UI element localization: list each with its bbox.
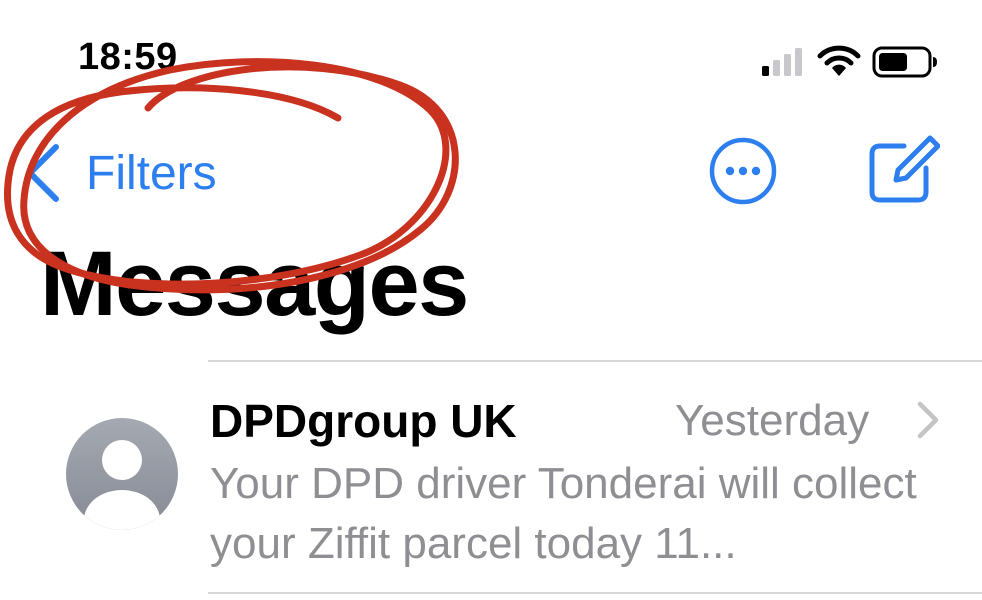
chevron-right-icon	[917, 401, 939, 439]
chevron-left-icon	[27, 144, 59, 202]
page-title: Messages	[40, 233, 469, 335]
back-button-label: Filters	[86, 146, 217, 200]
sender-name: DPDgroup UK	[210, 395, 517, 447]
conversation-row[interactable]: DPDgroup UK Yesterday Your DPD driver To…	[0, 362, 982, 592]
list-divider-bottom	[208, 592, 982, 594]
status-bar: 18:59	[0, 0, 982, 110]
message-timestamp: Yesterday	[675, 396, 870, 445]
compose-icon[interactable]	[866, 132, 940, 206]
message-preview: Your DPD driver Tonderai will collect yo…	[210, 459, 917, 568]
status-time: 18:59	[78, 36, 178, 78]
back-button[interactable]: Filters	[22, 138, 217, 208]
battery-icon	[872, 46, 937, 78]
person-avatar-icon	[66, 418, 178, 530]
cellular-signal-icon	[762, 48, 802, 76]
wifi-icon	[817, 45, 861, 76]
ellipsis-circle-icon[interactable]	[708, 136, 778, 206]
